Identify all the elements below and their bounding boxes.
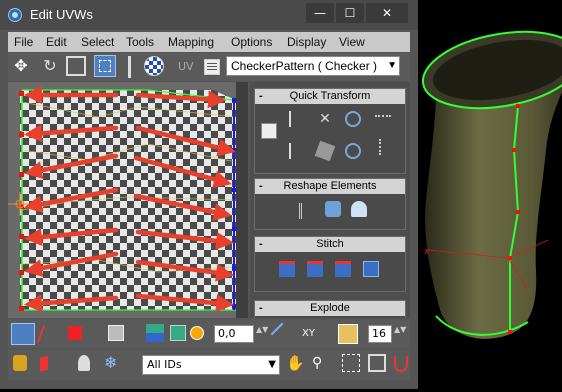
xy-axis-label[interactable]: XY: [302, 328, 315, 339]
rollout-panel: - Quick Transform ✕ - Reshape Elements -…: [250, 82, 410, 318]
menu-select[interactable]: Select: [81, 35, 114, 49]
zoom-value-field[interactable]: 16: [368, 325, 392, 343]
freeze-icon[interactable]: ❄: [104, 354, 122, 372]
chevron-down-icon: ▼: [268, 359, 276, 370]
menu-file[interactable]: File: [14, 35, 33, 49]
material-id-select[interactable]: All IDs ▼: [142, 355, 280, 375]
uv-value-spinner[interactable]: 0,0: [214, 325, 254, 343]
relax-icon[interactable]: [325, 201, 341, 217]
stitch-custom-icon[interactable]: [363, 261, 379, 277]
spinner-arrows-icon[interactable]: ▲▼: [256, 326, 268, 342]
rollout-stitch: - Stitch: [254, 236, 406, 292]
rollout-title: Stitch: [316, 238, 344, 250]
straighten-selection-icon[interactable]: [299, 203, 315, 219]
app-icon: [8, 8, 22, 22]
menu-view[interactable]: View: [339, 35, 365, 49]
snap-magnet-icon[interactable]: [394, 356, 408, 372]
relax-until-flat-icon[interactable]: [351, 201, 367, 217]
options-icon[interactable]: [204, 59, 220, 75]
soft-select-icon[interactable]: [190, 326, 204, 340]
maximize-button[interactable]: ☐: [336, 3, 364, 23]
spacing-horizontal-icon[interactable]: [375, 115, 391, 131]
lock-icon[interactable]: [13, 355, 27, 371]
zoom-select-icon[interactable]: [338, 324, 358, 344]
zoom-icon[interactable]: ⚲: [312, 354, 330, 372]
menu-bar: File Edit Select Tools Mapping Options D…: [8, 32, 410, 52]
pan-hand-icon[interactable]: ✋: [286, 354, 305, 372]
spacing-vertical-icon[interactable]: [379, 139, 395, 155]
rollout-header-reshape-elements[interactable]: - Reshape Elements: [255, 179, 405, 194]
scale-icon[interactable]: [66, 56, 86, 76]
uv-label[interactable]: UV: [178, 60, 194, 73]
checker-map-icon[interactable]: [144, 56, 164, 76]
stitch-to-source-icon[interactable]: [335, 261, 351, 277]
line-edit-icon[interactable]: [270, 322, 294, 346]
uv-editor-viewport[interactable]: [8, 82, 248, 318]
move-icon[interactable]: ✥: [11, 56, 31, 76]
uv-canvas[interactable]: [8, 82, 248, 318]
edit-uvws-window: Edit UVWs — ☐ ✕ File Edit Select Tools M…: [0, 0, 418, 389]
window-title: Edit UVWs: [30, 7, 93, 22]
texture-select[interactable]: CheckerPattern ( Checker ) ▼: [226, 56, 400, 76]
rollout-explode: - Explode: [254, 300, 406, 318]
align-to-edge-icon[interactable]: [314, 140, 336, 162]
stitch-average-icon[interactable]: [307, 261, 323, 277]
rotate-minus-90-icon[interactable]: [345, 111, 361, 127]
align-point-icon[interactable]: [261, 123, 277, 139]
rotate-icon[interactable]: ↻: [40, 56, 60, 76]
zoom-value: 16: [372, 327, 386, 340]
minimize-button[interactable]: —: [306, 3, 334, 23]
perspective-viewport[interactable]: x: [416, 0, 562, 389]
rotate-plus-90-icon[interactable]: [345, 143, 361, 159]
element-mode-icon[interactable]: [108, 325, 124, 341]
rollout-title: Explode: [310, 302, 350, 314]
texture-select-value: CheckerPattern ( Checker ): [231, 59, 378, 73]
spinner-value: 0,0: [218, 327, 236, 340]
select-by-element-icon[interactable]: [146, 324, 164, 342]
light-bulb-icon[interactable]: [78, 355, 90, 371]
face-mode-icon[interactable]: [68, 326, 82, 340]
zoom-spinner-icon[interactable]: ▲▼: [394, 326, 406, 342]
menu-tools[interactable]: Tools: [126, 35, 154, 49]
rollout-header-quick-transform[interactable]: - Quick Transform: [255, 89, 405, 104]
viewport-scrollbar[interactable]: [236, 82, 248, 318]
top-toolbar: ✥ ↻ UV CheckerPattern ( Checker ) ▼: [8, 53, 410, 81]
collapse-icon[interactable]: -: [259, 179, 263, 194]
title-bar[interactable]: Edit UVWs — ☐ ✕: [0, 0, 418, 30]
edge-mode-icon[interactable]: [36, 325, 62, 343]
mesh-preview: x: [416, 30, 562, 389]
menu-options[interactable]: Options: [231, 35, 272, 49]
bottom-toolbar-transform: 0,0 ▲▼ XY 16 ▲▼: [8, 320, 410, 348]
id-filter-value: All IDs: [147, 358, 182, 371]
stitch-to-target-icon[interactable]: [279, 261, 295, 277]
zoom-extents-icon[interactable]: [368, 354, 386, 372]
mirror-icon[interactable]: [128, 56, 131, 78]
straighten-icon[interactable]: ✕: [317, 111, 333, 127]
menu-mapping[interactable]: Mapping: [168, 35, 214, 49]
rollout-header-stitch[interactable]: - Stitch: [255, 237, 405, 252]
collapse-icon[interactable]: -: [259, 237, 263, 252]
freeform-icon[interactable]: [94, 55, 116, 77]
chevron-down-icon: ▼: [387, 60, 397, 71]
svg-text:x: x: [424, 247, 430, 257]
rollout-quick-transform: - Quick Transform ✕: [254, 88, 406, 174]
menu-edit[interactable]: Edit: [46, 35, 67, 49]
close-button[interactable]: ✕: [366, 3, 408, 23]
align-vertical-icon[interactable]: [289, 143, 305, 159]
rollout-header-explode[interactable]: - Explode: [255, 301, 405, 316]
zoom-region-icon[interactable]: [342, 354, 360, 372]
align-horizontal-icon[interactable]: [289, 111, 305, 127]
collapse-icon[interactable]: -: [259, 301, 263, 316]
rollout-reshape-elements: - Reshape Elements: [254, 178, 406, 230]
bottom-toolbar-filters: ❄ All IDs ▼ ✋ ⚲: [8, 350, 410, 380]
rollout-title: Reshape Elements: [283, 180, 377, 192]
select-by-edge-icon[interactable]: [170, 325, 186, 341]
rollout-title: Quick Transform: [289, 90, 371, 102]
collapse-icon[interactable]: -: [259, 89, 263, 104]
vertex-mode-icon[interactable]: [11, 323, 35, 345]
hide-icon[interactable]: [40, 354, 56, 372]
menu-display[interactable]: Display: [287, 35, 326, 49]
